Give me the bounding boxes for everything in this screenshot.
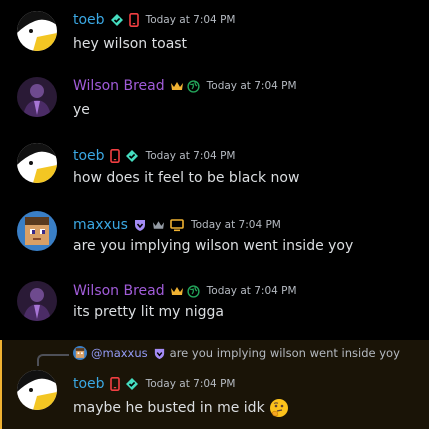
avatar[interactable] [17,370,57,410]
message-content: are you implying wilson went inside yoy [73,238,354,254]
avatar[interactable] [17,143,57,183]
timestamp: Today at 7:04 PM [190,219,281,231]
username[interactable]: Wilson Bread [73,283,165,299]
username[interactable]: maxxus [73,217,128,233]
timestamp: Today at 7:04 PM [145,378,236,390]
timestamp: Today at 7:04 PM [206,80,297,92]
avatar[interactable] [17,211,57,251]
username[interactable]: toeb [73,376,105,392]
avatar[interactable] [17,281,57,321]
mobile-phone-icon [109,377,120,391]
reply-preview[interactable]: @maxxus are you implying wilson went ins… [73,344,400,362]
reply-mention[interactable]: @maxxus [91,346,148,360]
verified-diamond-icon [125,377,139,391]
mobile-phone-icon [128,13,139,27]
message-content: its pretty lit my nigga [73,304,224,320]
message-content: hey wilson toast [73,36,188,52]
reply-avatar [73,346,87,360]
crown-icon [170,285,184,297]
username[interactable]: Wilson Bread [73,78,165,94]
verified-diamond-icon [125,149,139,163]
message-content: maybe he busted in me idk [73,400,265,416]
message-content: ye [73,102,90,118]
timestamp: Today at 7:04 PM [145,150,236,162]
message-content: how does it feel to be black now [73,170,300,186]
reply-connector [37,354,69,366]
thinking-emoji-icon[interactable] [269,398,289,418]
nitro-shield-icon [153,347,166,360]
crown-icon [152,219,165,231]
mobile-phone-icon [109,149,120,163]
crown-icon [170,80,184,92]
avatar[interactable] [17,11,57,51]
globe-icon [187,79,200,93]
reply-text: are you implying wilson went inside yoy [169,346,400,360]
avatar[interactable] [17,77,57,117]
verified-diamond-icon [110,13,124,27]
message-body: maybe he busted in me idk [73,397,289,419]
computer-icon [170,218,184,232]
username[interactable]: toeb [73,148,105,164]
nitro-shield-icon [133,218,147,232]
globe-icon [187,284,200,298]
timestamp: Today at 7:04 PM [145,14,236,26]
chat-log: toeb Today at 7:04 PM hey wilson toast W… [0,0,429,429]
username[interactable]: toeb [73,12,105,28]
timestamp: Today at 7:04 PM [206,285,297,297]
